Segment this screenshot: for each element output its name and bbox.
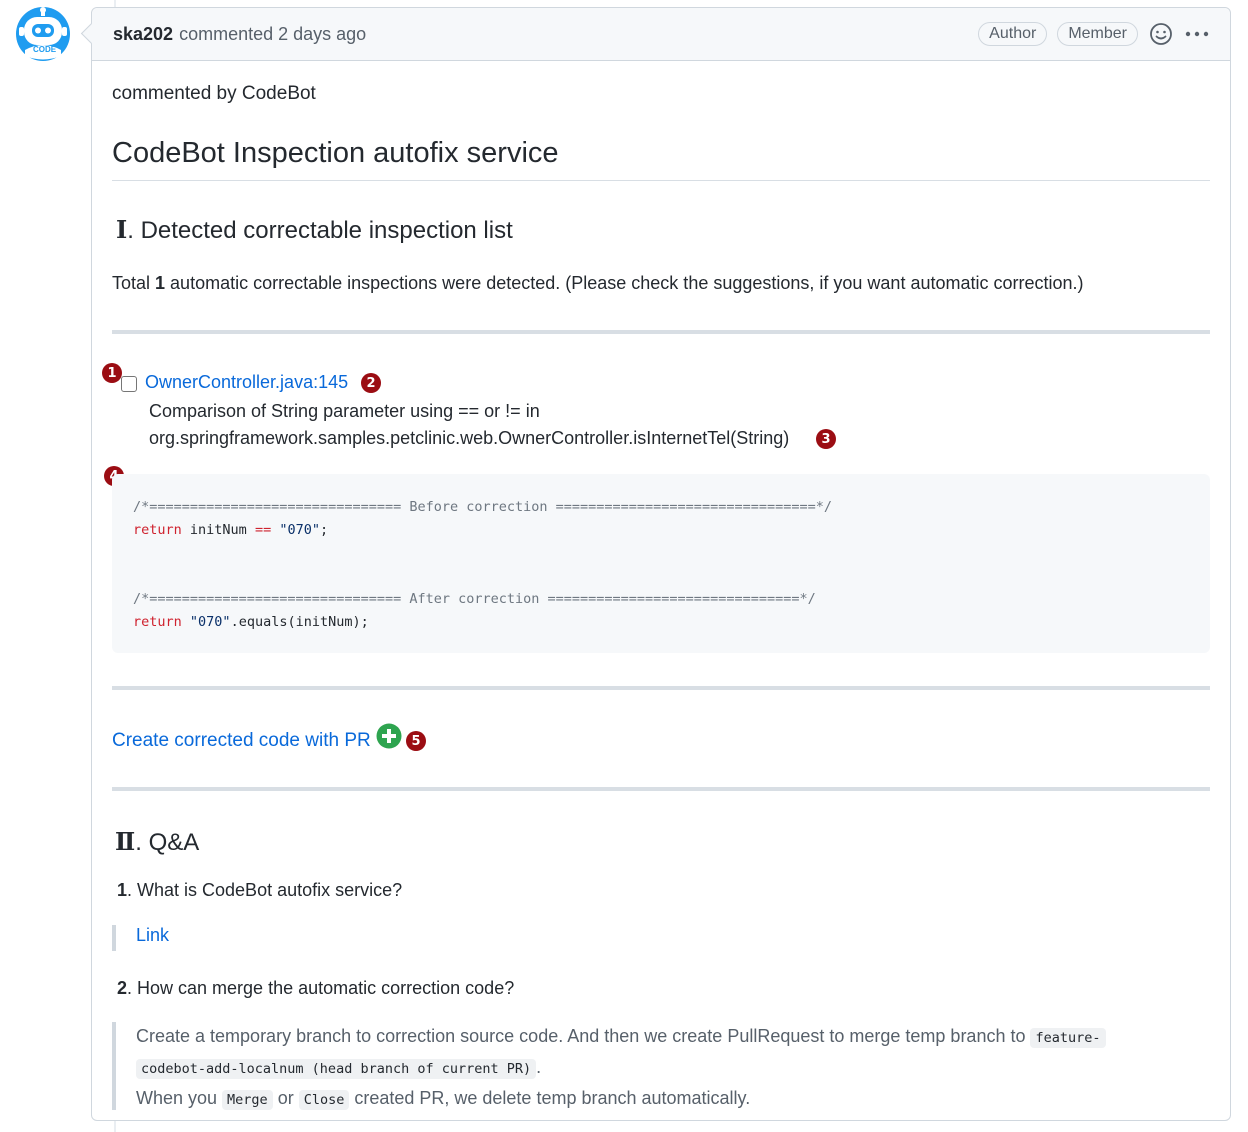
header-actions: Author Member (978, 21, 1210, 47)
author-name[interactable]: ska202 (113, 24, 173, 45)
marker-3: 3 (816, 429, 836, 449)
code-string: "070" (189, 614, 231, 630)
create-pr-link[interactable]: Create corrected code with PR (112, 730, 371, 752)
code-string: "070" (279, 522, 320, 538)
code-text: ; (319, 522, 329, 538)
code-keyword: return (133, 522, 182, 538)
page-title: CodeBot Inspection autofix service (112, 137, 1210, 181)
code-blank (133, 542, 1189, 565)
section-2-title: . Q&A (135, 829, 200, 856)
inspection-description-line2: org.springframework.samples.petclinic.we… (149, 428, 790, 448)
section-1-numeral: Ⅰ (116, 215, 128, 244)
divider (112, 787, 1210, 791)
author-badge: Author (978, 22, 1048, 46)
inspection-checkbox[interactable] (121, 376, 137, 392)
question-1-text: . What is CodeBot autofix service? (127, 880, 403, 900)
code-block: /*=============================== Before… (112, 474, 1210, 653)
code-blank (133, 565, 1189, 588)
divider (112, 330, 1210, 334)
comment-header: ska202 commented 2 days ago Author Membe… (92, 8, 1230, 61)
merge-code: Merge (222, 1090, 273, 1110)
question-2-number: 2 (117, 978, 128, 998)
code-operator: == (254, 522, 272, 538)
answer-text: or (272, 1088, 299, 1108)
section-2-numeral: Ⅱ (115, 827, 136, 856)
section-1-title: . Detected correctable inspection list (127, 217, 513, 244)
marker-1: 1 (102, 363, 122, 383)
question-2-text: . How can merge the automatic correction… (127, 978, 515, 998)
code-text: .equals(initNum); (230, 614, 369, 630)
commented-by-text: commented by CodeBot (112, 83, 316, 104)
section-2-heading: Ⅱ. Q&A (115, 827, 199, 857)
code-before-line: return initNum == "070"; (133, 519, 1189, 542)
faq-link[interactable]: Link (136, 925, 169, 945)
total-summary: Total 1 automatic correctable inspection… (112, 273, 1084, 294)
codebot-avatar[interactable]: CODE (13, 6, 73, 62)
code-after-line: return "070".equals(initNum); (133, 611, 1189, 634)
marker-5: 5 (406, 731, 426, 751)
branch-name-code: feature- (1030, 1028, 1106, 1048)
code-keyword: return (133, 614, 182, 630)
avatar-label: CODE (33, 45, 57, 54)
code-after-comment: /*=============================== After … (133, 591, 816, 607)
branch-name-code: codebot-add-localnum (head branch of cur… (136, 1059, 537, 1079)
question-1-answer: Link (112, 925, 169, 951)
question-1: 1. What is CodeBot autofix service? (117, 880, 402, 901)
answer-text: When you (136, 1088, 223, 1108)
answer-text: . (536, 1057, 542, 1077)
kebab-menu-icon[interactable] (1184, 21, 1210, 47)
divider (112, 686, 1210, 690)
inspection-description-line1: Comparison of String parameter using == … (149, 401, 540, 421)
close-code: Close (298, 1090, 350, 1110)
section-1-heading: Ⅰ. Detected correctable inspection list (116, 215, 513, 245)
comment-box: ska202 commented 2 days ago Author Membe… (91, 7, 1231, 1121)
answer-text: Create a temporary branch to correction … (136, 1026, 1031, 1046)
code-before-comment: /*=============================== Before… (133, 499, 832, 515)
total-count: 1 (155, 273, 166, 293)
smiley-icon[interactable] (1148, 21, 1174, 47)
plus-circle-icon[interactable] (376, 723, 402, 749)
total-suffix: automatic correctable inspections were d… (165, 273, 1084, 293)
question-1-number: 1 (117, 880, 128, 900)
answer-text: created PR, we delete temp branch automa… (349, 1088, 751, 1108)
code-text: initNum (181, 522, 255, 538)
inspection-file-link[interactable]: OwnerController.java:145 (145, 372, 348, 393)
question-2-answer: Create a temporary branch to correction … (112, 1022, 1192, 1110)
comment-timestamp[interactable]: commented 2 days ago (179, 24, 366, 45)
marker-2: 2 (361, 373, 381, 393)
question-2: 2. How can merge the automatic correctio… (117, 978, 514, 999)
member-badge: Member (1057, 22, 1138, 46)
total-prefix: Total (112, 273, 156, 293)
